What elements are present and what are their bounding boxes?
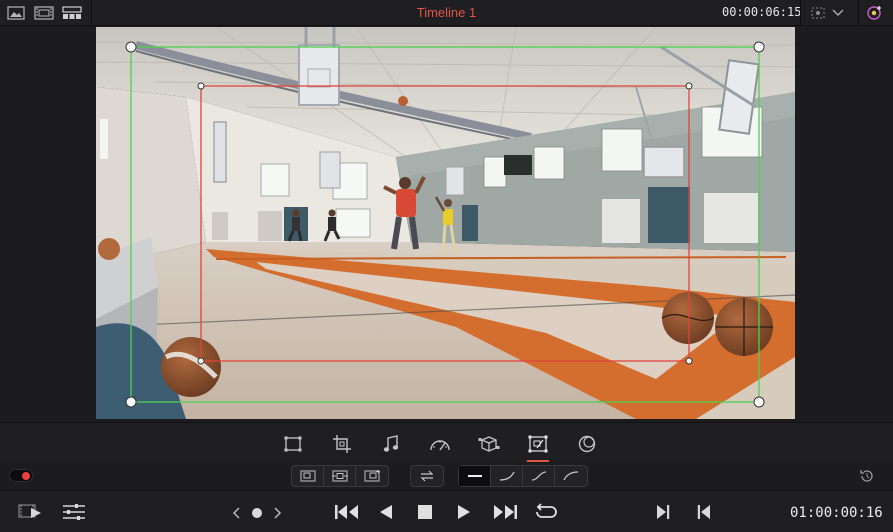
next-keyframe-icon: [274, 507, 282, 519]
viewer-timecode: 00:00:06:15: [722, 5, 802, 19]
loop-icon[interactable]: [532, 502, 558, 522]
cube-icon[interactable]: [476, 431, 502, 457]
header-divider: [858, 0, 859, 26]
go-to-start-icon[interactable]: [333, 502, 361, 522]
viewer-header: Timeline 1 00:00:06:15: [0, 0, 893, 26]
frame-end-icon[interactable]: [356, 466, 388, 486]
record-dot-icon: [22, 472, 30, 480]
chevron-down-icon[interactable]: [830, 4, 846, 21]
adjust-sliders-icon[interactable]: [62, 502, 86, 522]
keyframe-nav: [231, 504, 283, 522]
transform-toolbar: [0, 422, 893, 462]
ease-out-icon[interactable]: [555, 466, 587, 486]
next-edit-icon[interactable]: [651, 502, 675, 522]
transform-icon[interactable]: [280, 431, 306, 457]
viewer-mode-icon[interactable]: [808, 4, 828, 21]
dynamic-zoom-icon[interactable]: [525, 431, 551, 462]
keyframe-dot-icon: [252, 508, 262, 518]
ease-in-out-icon[interactable]: [523, 466, 555, 486]
previous-keyframe-icon: [232, 507, 240, 519]
video-frame[interactable]: [96, 27, 795, 419]
header-divider: [800, 0, 801, 26]
speedometer-icon[interactable]: [427, 431, 453, 457]
composite-icon[interactable]: [574, 431, 600, 457]
previous-edit-icon[interactable]: [692, 502, 716, 522]
play-reverse-icon[interactable]: [374, 502, 398, 522]
video-viewer: [0, 26, 893, 422]
clip-playback-icon[interactable]: [16, 502, 46, 522]
record-toggle[interactable]: [9, 469, 33, 482]
color-fx-icon[interactable]: [864, 4, 884, 21]
swap-group: [410, 465, 444, 487]
easing-group: [458, 465, 588, 487]
transport-bar: 01:00:00:16: [0, 490, 893, 532]
frame-center-icon[interactable]: [324, 466, 356, 486]
crop-icon[interactable]: [329, 431, 355, 457]
linear-ease-icon[interactable]: [459, 466, 491, 486]
play-icon[interactable]: [452, 502, 476, 522]
swap-icon[interactable]: [411, 466, 443, 486]
frame-mode-group: [291, 465, 389, 487]
reset-icon[interactable]: [859, 468, 875, 484]
go-to-end-icon[interactable]: [491, 502, 519, 522]
playhead-timecode[interactable]: 01:00:00:16: [790, 505, 883, 521]
stop-icon[interactable]: [413, 502, 437, 522]
music-note-icon[interactable]: [378, 431, 404, 457]
ease-in-icon[interactable]: [491, 466, 523, 486]
frame-start-icon[interactable]: [292, 466, 324, 486]
zoom-options-bar: [0, 462, 893, 490]
